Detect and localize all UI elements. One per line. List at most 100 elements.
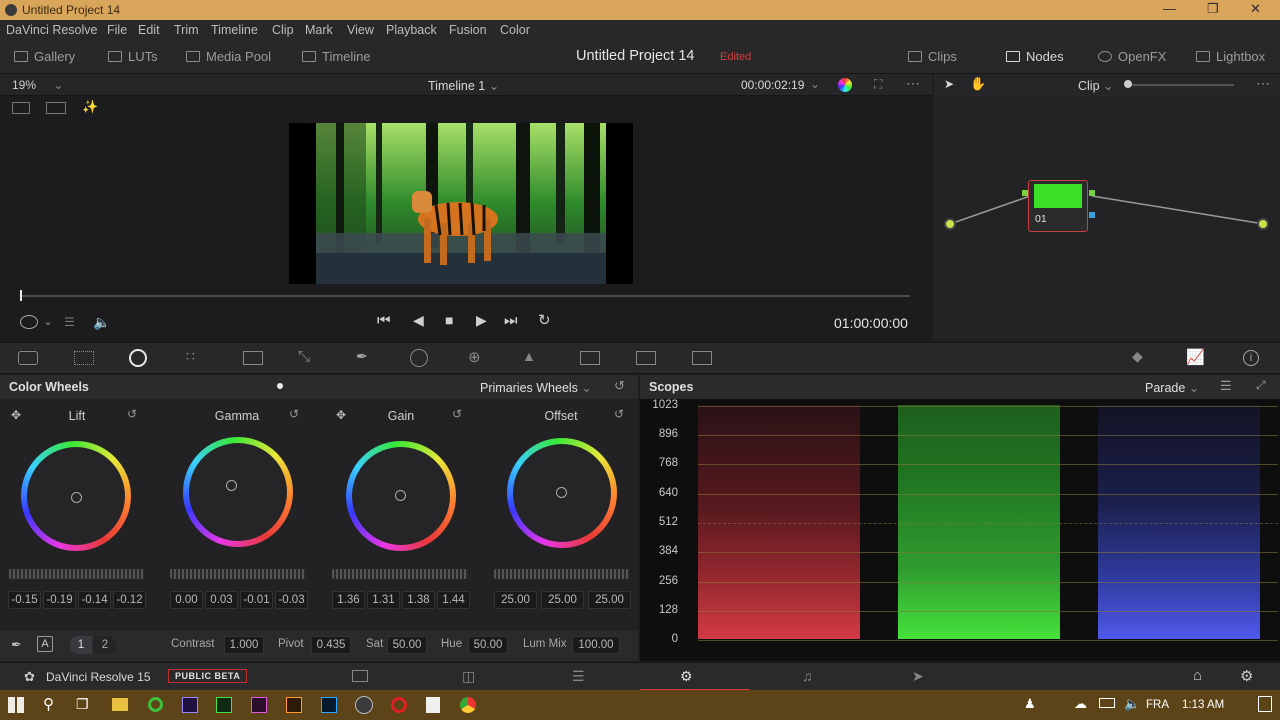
offset-r-value[interactable]: 25.00 [494,591,537,609]
chrome-icon[interactable] [460,697,476,713]
gain-b-value[interactable]: 1.44 [437,591,470,609]
gamma-r-value[interactable]: 0.03 [205,591,238,609]
sat-value[interactable]: 50.00 [387,636,427,654]
scrubber-track[interactable] [20,295,910,297]
more-options-icon[interactable]: ⋯ [906,75,920,92]
color-page-icon[interactable]: ⚙ [680,668,693,685]
gain-r-value[interactable]: 1.31 [367,591,400,609]
play-icon[interactable]: ▶ [476,312,487,329]
battery-icon[interactable] [1099,698,1115,708]
color-picker-icon[interactable] [838,78,852,92]
media-page-icon[interactable] [352,670,368,682]
home-icon[interactable]: ⌂ [1193,667,1202,684]
offset-wheel[interactable] [507,438,617,548]
reset-icon[interactable]: ↺ [289,407,299,421]
lift-g-value[interactable]: -0.14 [78,591,111,609]
offset-g-value[interactable]: 25.00 [541,591,584,609]
dreamweaver-icon[interactable] [216,697,232,713]
resolve-taskbar-icon[interactable] [355,696,373,714]
rgb-mixer-icon[interactable]: ∷ [186,348,208,366]
nodes-button[interactable]: Nodes [1006,49,1064,64]
more-options-icon[interactable]: ⋯ [1256,75,1270,92]
node-output-port[interactable] [1089,190,1095,196]
viewer-mode-icon[interactable] [12,102,30,114]
qualifier-icon[interactable]: ✒ [356,348,378,366]
openfx-button[interactable]: OpenFX [1098,49,1166,64]
offset-b-value[interactable]: 25.00 [588,591,631,609]
timeline-button[interactable]: Timeline [302,49,371,64]
browser-icon[interactable] [148,697,163,712]
skip-to-end-icon[interactable]: ⏭ [504,312,518,329]
menu-fusion[interactable]: Fusion [449,23,487,37]
node-input-port[interactable] [1022,190,1028,196]
gamma-g-value[interactable]: -0.01 [240,591,273,609]
edit-page-icon[interactable]: ☰ [572,668,585,685]
color-wheels-icon[interactable] [129,349,147,367]
menu-edit[interactable]: Edit [138,23,160,37]
cloud-icon[interactable]: ☁ [1074,696,1087,712]
character-animator-icon[interactable] [251,697,267,713]
corrector-node[interactable]: 01 [1028,180,1088,232]
opera-icon[interactable] [391,697,407,713]
target-icon[interactable] [20,315,38,329]
node-editor[interactable]: 01 [934,96,1280,340]
minimize-icon[interactable]: — [1163,1,1176,16]
clock[interactable]: 1:13 AM [1182,699,1224,711]
lift-y-value[interactable]: -0.15 [8,591,41,609]
volume-icon[interactable]: 🔈 [1124,696,1140,712]
maximize-icon[interactable]: ❐ [1207,1,1219,17]
fairlight-page-icon[interactable]: ♫ [802,668,813,684]
reset-icon[interactable]: ↺ [452,407,462,421]
gain-g-value[interactable]: 1.38 [402,591,435,609]
sizing-icon[interactable] [636,351,656,365]
camera-raw-icon[interactable] [18,351,38,365]
blur-icon[interactable]: ▲ [522,348,544,366]
menu-file[interactable]: File [107,23,127,37]
menu-playback[interactable]: Playback [386,23,437,37]
close-icon[interactable]: ✕ [1250,1,1261,17]
chevron-down-icon[interactable]: ⌄ [43,314,53,328]
gain-y-value[interactable]: 1.36 [332,591,365,609]
pivot-value[interactable]: 0.435 [311,636,351,654]
3d-icon[interactable] [692,351,712,365]
chevron-down-icon[interactable]: ⌄ [810,77,820,91]
wheels-mode-dropdown[interactable]: Primaries Wheels ⌄ [480,380,592,395]
hue-value[interactable]: 50.00 [468,636,508,654]
lightbox-button[interactable]: Lightbox [1196,49,1265,64]
magic-wand-icon[interactable]: ✨ [82,99,98,115]
notes-icon[interactable] [426,697,440,713]
curves-icon[interactable]: ⤡ [298,348,320,366]
scope-mode-dropdown[interactable]: Parade ⌄ [1145,380,1199,395]
contrast-value[interactable]: 1.000 [224,636,264,654]
hand-icon[interactable]: ✋ [970,76,986,92]
scope-settings-icon[interactable]: ☰ [1220,378,1232,394]
input-node-dot[interactable] [944,218,956,230]
timeline-name-dropdown[interactable]: Timeline 1 ⌄ [428,78,499,93]
menu-davinci-resolve[interactable]: DaVinci Resolve [6,23,97,37]
node-zoom-slider[interactable] [1126,84,1234,86]
picker-icon[interactable]: ✒ [11,637,22,653]
key-icon[interactable] [580,351,600,365]
page-2-button[interactable]: 2 [94,636,116,654]
gallery-button[interactable]: Gallery [14,49,75,64]
info-icon[interactable]: i [1243,350,1259,366]
menu-mark[interactable]: Mark [305,23,333,37]
menu-trim[interactable]: Trim [174,23,199,37]
menu-timeline[interactable]: Timeline [211,23,258,37]
luts-button[interactable]: LUTs [108,49,158,64]
gain-master-slider[interactable] [332,569,468,579]
search-icon[interactable]: ⚲ [43,695,54,713]
pointer-icon[interactable]: ➤ [944,77,954,91]
playhead[interactable] [20,290,22,301]
lift-r-value[interactable]: -0.19 [43,591,76,609]
node-zoom-handle[interactable] [1124,80,1132,88]
file-explorer-icon[interactable] [112,698,128,711]
color-match-icon[interactable] [74,351,94,365]
lift-master-slider[interactable] [9,569,144,579]
after-effects-icon[interactable] [182,697,198,713]
lum-mix-value[interactable]: 100.00 [572,636,620,654]
lift-wheel[interactable] [21,441,131,551]
crosshair-icon[interactable]: ✥ [11,408,21,422]
reset-all-icon[interactable]: ↺ [614,378,625,394]
auto-balance-icon[interactable]: A [37,636,53,652]
